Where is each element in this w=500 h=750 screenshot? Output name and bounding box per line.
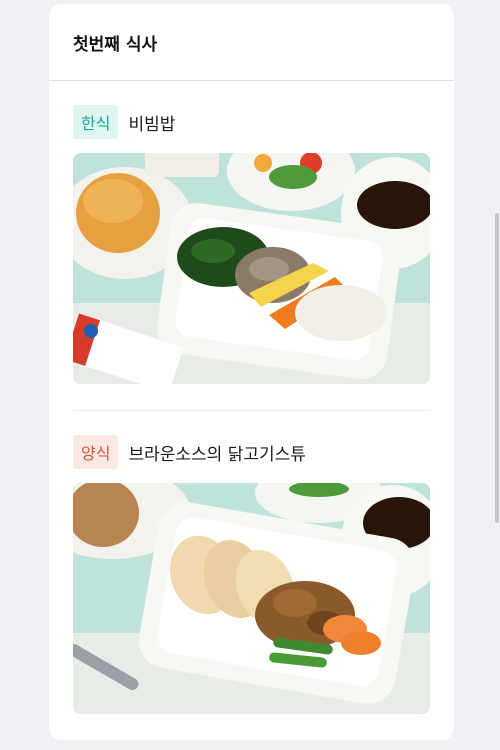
meal-title-row: 양식 브라운소스의 닭고기스튜 <box>73 435 430 469</box>
bibimbap-photo <box>73 153 430 384</box>
meal-name: 비빔밥 <box>128 114 176 135</box>
card-title: 첫번째 식사 <box>49 4 454 81</box>
divider <box>73 410 430 411</box>
meal-item-korean: 한식 비빔밥 <box>73 105 430 384</box>
meal-title-row: 한식 비빔밥 <box>73 105 430 139</box>
meal-category-badge: 한식 <box>73 105 119 139</box>
chicken-stew-photo <box>73 483 430 714</box>
meal-item-western: 양식 브라운소스의 닭고기스튜 <box>73 435 430 714</box>
meal-category-badge: 양식 <box>73 435 119 469</box>
meal-name: 브라운소스의 닭고기스튜 <box>128 444 306 465</box>
meal-card: 첫번째 식사 한식 비빔밥 양식 브라운소스의 닭고기스튜 <box>49 4 454 740</box>
scrollbar[interactable] <box>495 213 499 523</box>
